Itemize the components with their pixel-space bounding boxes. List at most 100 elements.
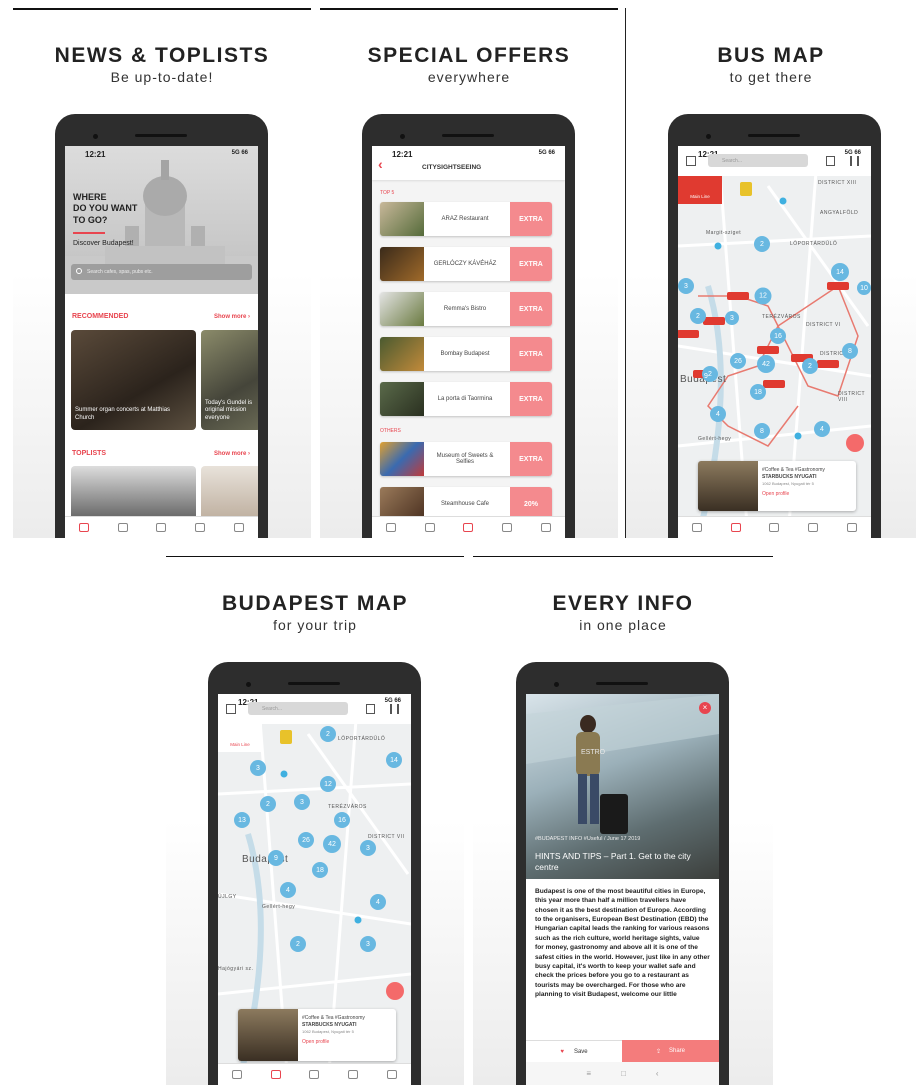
save-button[interactable]: ♥ Save [526,1040,622,1062]
share-button[interactable]: ⇪ Share [622,1040,719,1062]
offer-item[interactable]: La porta di Taormina EXTRA [380,382,552,416]
offer-item[interactable]: Museum of Sweets & Selfies EXTRA [380,442,552,476]
bus-icon[interactable] [270,1070,281,1079]
map-cluster[interactable]: 3 [360,936,376,952]
bus-marker-icon[interactable] [703,317,725,325]
offers-icon[interactable] [309,1070,320,1079]
back-nav-icon[interactable]: ‹ [656,1069,659,1078]
map-cluster[interactable]: 2 [320,726,336,742]
map-cluster[interactable]: 3 [360,840,376,856]
calendar-icon[interactable] [502,523,513,532]
offer-item[interactable]: Remma's Bistro EXTRA [380,292,552,326]
offers-icon[interactable] [769,523,780,532]
map-cluster[interactable]: 2 [802,358,818,374]
location-dot[interactable] [779,197,787,205]
locate-button[interactable] [846,434,864,452]
map-cluster[interactable]: 26 [298,832,314,848]
bus-icon[interactable] [424,523,435,532]
bus-marker-icon[interactable] [757,346,779,354]
main-line-tab[interactable]: Main Line [218,724,262,752]
close-icon[interactable]: × [699,702,711,714]
filter-icon[interactable] [850,156,859,166]
settings-icon[interactable] [540,523,551,532]
map-cluster[interactable]: 4 [280,882,296,898]
map-cluster[interactable]: 14 [831,263,849,281]
poi-link[interactable]: Open profile [302,1039,329,1045]
offer-item[interactable]: GERLÓCZY KÁVÉHÁZ EXTRA [380,247,552,281]
offer-item[interactable]: ARAZ Restaurant EXTRA [380,202,552,236]
search-input[interactable]: Search... [248,702,348,715]
search-input[interactable]: Search cafes, spas, pubs etc. [71,264,252,280]
bus-marker-icon[interactable] [827,282,849,290]
calendar-icon[interactable] [195,523,206,532]
home-nav-icon[interactable]: □ [621,1069,626,1078]
list-icon[interactable] [826,156,835,166]
bus-marker-icon[interactable] [678,330,699,338]
map-cluster[interactable]: 42 [757,355,775,373]
bus-marker-icon[interactable] [817,360,839,368]
map-cluster[interactable]: 2 [690,308,706,324]
map-cluster[interactable]: 9 [268,850,284,866]
calendar-icon[interactable] [808,523,819,532]
map-view[interactable]: #Coffee & Tea #Gastronomy STARBUCKS NYUG… [218,694,411,1085]
location-dot[interactable] [280,770,288,778]
locate-button[interactable] [386,982,404,1000]
location-dot[interactable] [354,916,362,924]
main-line-tab[interactable]: Main Line [678,176,722,204]
offers-icon[interactable] [156,523,167,532]
location-dot[interactable] [794,432,802,440]
news-card[interactable]: Summer organ concerts at Matthias Church [71,330,196,430]
home-icon[interactable] [79,523,90,532]
settings-icon[interactable] [233,523,244,532]
grid-icon[interactable] [686,156,696,166]
home-icon[interactable] [692,523,703,532]
map-cluster[interactable]: 16 [334,812,350,828]
map-cluster[interactable]: 42 [323,835,341,853]
map-cluster[interactable]: 18 [750,384,766,400]
offer-item[interactable]: Bombay Budapest EXTRA [380,337,552,371]
bus-marker-icon[interactable] [763,380,785,388]
settings-icon[interactable] [846,523,857,532]
map-cluster[interactable]: 3 [725,311,739,325]
calendar-icon[interactable] [348,1070,359,1079]
list-icon[interactable] [366,704,375,714]
home-icon[interactable] [386,523,397,532]
map-cluster[interactable]: 10 [857,281,871,295]
map-cluster[interactable]: 3 [678,278,694,294]
map-cluster[interactable]: 3 [250,760,266,776]
search-input[interactable]: Search... [708,154,808,167]
map-cluster[interactable]: 14 [386,752,402,768]
map-cluster[interactable]: 4 [710,406,726,422]
grid-icon[interactable] [226,704,236,714]
menu-nav-icon[interactable]: ≡ [586,1069,591,1078]
map-cluster[interactable]: 4 [370,894,386,910]
map-cluster[interactable]: 12 [320,776,336,792]
map-cluster[interactable]: 18 [312,862,328,878]
map-cluster[interactable]: 2 [754,236,770,252]
line-tab-yellow[interactable] [280,730,292,744]
show-more-link[interactable]: Show more › [214,451,250,457]
poi-card[interactable]: #Coffee & Tea #Gastronomy STARBUCKS NYUG… [238,1009,396,1061]
map-cluster[interactable]: 13 [234,812,250,828]
news-card[interactable]: Today's Gundel is original mission every… [201,330,258,430]
home-icon[interactable] [232,1070,243,1079]
settings-icon[interactable] [386,1070,397,1079]
offers-icon[interactable] [463,523,474,532]
map-cluster[interactable]: 3 [294,794,310,810]
line-tab-yellow[interactable] [740,182,752,196]
back-icon[interactable]: ‹ [378,156,383,172]
bus-icon[interactable] [117,523,128,532]
map-cluster[interactable]: 8 [754,423,770,439]
show-more-link[interactable]: Show more › [214,314,250,320]
map-cluster[interactable]: 2 [290,936,306,952]
bus-marker-icon[interactable] [727,292,749,300]
location-dot[interactable] [714,242,722,250]
map-cluster[interactable]: 12 [754,287,772,305]
bus-icon[interactable] [730,523,741,532]
map-cluster[interactable]: 2 [260,796,276,812]
map-cluster[interactable]: 16 [770,328,786,344]
map-cluster[interactable]: 26 [730,353,746,369]
map-view[interactable]: #Coffee & Tea #Gastronomy STARBUCKS NYUG… [678,146,871,538]
poi-card[interactable]: #Coffee & Tea #Gastronomy STARBUCKS NYUG… [698,461,856,511]
filter-icon[interactable] [390,704,399,714]
